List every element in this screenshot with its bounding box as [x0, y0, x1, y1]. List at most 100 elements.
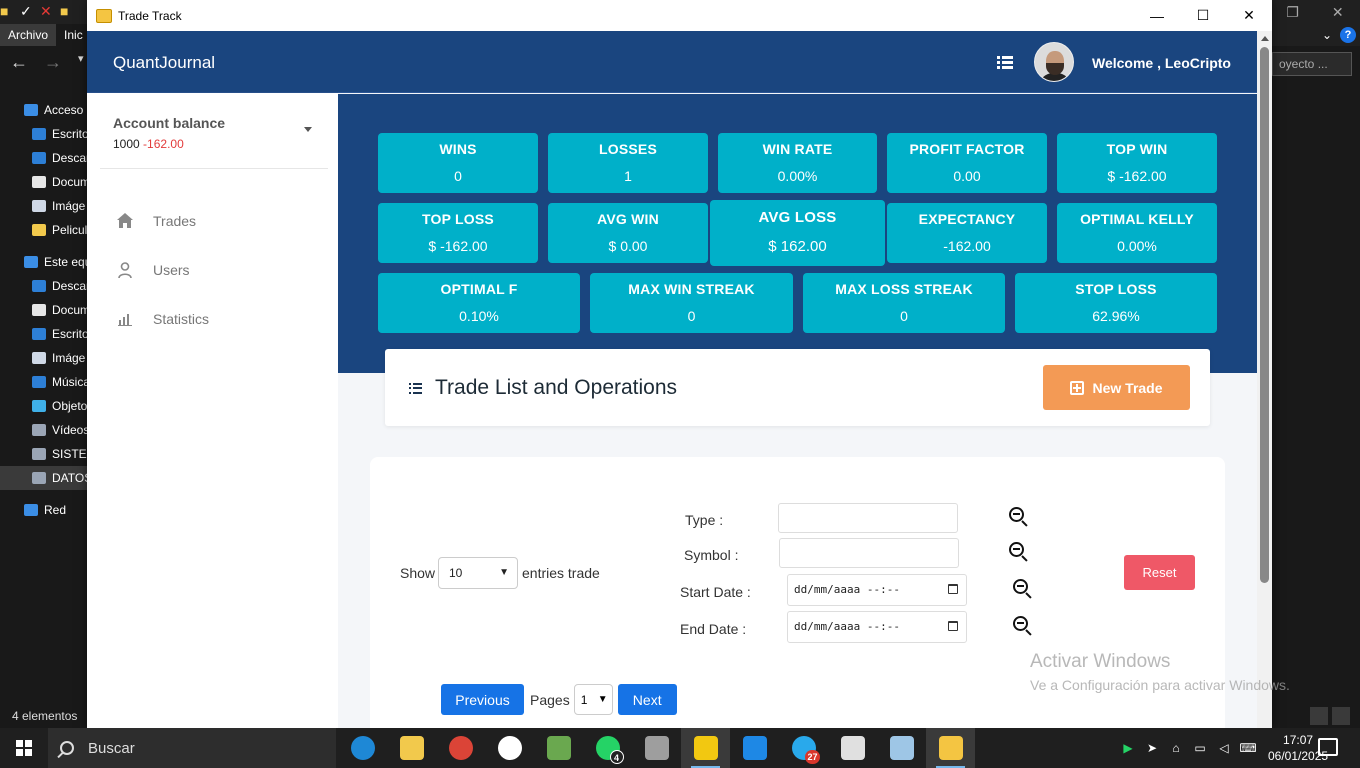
taskbar-app-chrome[interactable]: [436, 728, 485, 768]
explorer-tree-item[interactable]: Descar: [0, 146, 90, 170]
start-button[interactable]: [0, 728, 48, 768]
close-icon[interactable]: ✕: [1332, 4, 1344, 21]
list-menu-icon[interactable]: [997, 55, 1013, 69]
stat-card-max-win-streak: MAX WIN STREAK 0: [590, 273, 793, 333]
taskbar-app-power-bi[interactable]: [681, 728, 730, 768]
welcome-text[interactable]: Welcome , LeoCripto: [1092, 55, 1231, 71]
close-button[interactable]: ✕: [1226, 0, 1272, 31]
new-folder-icon[interactable]: ■: [60, 2, 76, 20]
explorer-tree-item[interactable]: Imáge: [0, 346, 90, 370]
folder-icon: [32, 152, 46, 164]
taskbar-app-mail[interactable]: [828, 728, 877, 768]
new-trade-button[interactable]: New Trade: [1043, 365, 1190, 410]
large-icons-view-icon[interactable]: [1332, 707, 1350, 725]
maximize-button[interactable]: ☐: [1180, 0, 1226, 31]
previous-button[interactable]: Previous: [441, 684, 524, 715]
vertical-scrollbar[interactable]: [1257, 31, 1272, 728]
chevron-down-icon[interactable]: ⌄: [1322, 28, 1332, 42]
keyboard-icon[interactable]: ⌨: [1239, 740, 1256, 756]
taskbar-app-chess[interactable]: [534, 728, 583, 768]
next-button[interactable]: Next: [617, 684, 677, 715]
details-view-icon[interactable]: [1310, 707, 1328, 725]
end-date-search-zoom-icon[interactable]: [1013, 616, 1033, 636]
wifi-icon[interactable]: ▭: [1192, 740, 1208, 756]
scrollbar-thumb[interactable]: [1260, 47, 1269, 583]
ribbon-tab-file[interactable]: Archivo: [0, 24, 57, 46]
delete-icon[interactable]: ✕: [40, 2, 56, 20]
explorer-tree-label: Pelicul: [52, 223, 88, 237]
properties-icon[interactable]: ✓: [20, 2, 36, 20]
reset-button[interactable]: Reset: [1124, 555, 1195, 590]
telegram-icon: 27: [791, 736, 820, 764]
taskbar-app-notes[interactable]: [877, 728, 926, 768]
explorer-tree-item[interactable]: DATOS: [0, 466, 90, 490]
explorer-tree-item[interactable]: Escrito: [0, 322, 90, 346]
explorer-tree-item[interactable]: Red: [0, 498, 90, 522]
taskbar-app-edge[interactable]: [338, 728, 387, 768]
volume-icon[interactable]: ◁: [1216, 740, 1232, 756]
account-balance-panel[interactable]: Account balance 1000 -162.00: [113, 115, 225, 151]
forward-arrow-icon[interactable]: →: [44, 52, 62, 73]
avatar[interactable]: [1034, 42, 1074, 82]
symbol-input[interactable]: [779, 538, 959, 568]
folder-icon[interactable]: ■: [0, 2, 16, 20]
explorer-search-input[interactable]: oyecto ...: [1272, 52, 1352, 76]
taskbar-app-vscode[interactable]: [730, 728, 779, 768]
explorer-tree-item[interactable]: Este equ: [0, 250, 90, 274]
explorer-nav-buttons: ← → ▾: [10, 52, 84, 73]
end-date-input[interactable]: dd/mm/aaaa --:--: [787, 611, 967, 643]
start-date-input[interactable]: dd/mm/aaaa --:--: [787, 574, 967, 606]
taskbar-app-app-key[interactable]: [485, 728, 534, 768]
type-input[interactable]: [778, 503, 958, 533]
back-arrow-icon[interactable]: ←: [10, 52, 28, 73]
telegram-tray-icon[interactable]: ➤: [1144, 740, 1160, 756]
caret-down-icon[interactable]: [304, 127, 312, 132]
calendar-icon[interactable]: [948, 621, 958, 631]
taskbar-app-file-explorer[interactable]: [387, 728, 436, 768]
top-navbar: Welcome , LeoCripto: [338, 31, 1257, 93]
help-icon[interactable]: ?: [1340, 27, 1356, 43]
start-date-label: Start Date :: [680, 584, 751, 600]
explorer-tree-item[interactable]: Docum: [0, 170, 90, 194]
notification-center-icon[interactable]: [1318, 738, 1338, 756]
explorer-tree-item[interactable]: Vídeos: [0, 418, 90, 442]
explorer-tree-item[interactable]: Pelicul: [0, 218, 90, 242]
network-devices-icon[interactable]: ⌂: [1168, 740, 1184, 756]
explorer-tree-item[interactable]: Música: [0, 370, 90, 394]
explorer-tree-label: Descar: [52, 151, 90, 165]
explorer-tree-item[interactable]: Escrito: [0, 122, 90, 146]
brand-logo[interactable]: QuantJournal: [87, 31, 338, 93]
sidebar-item-trades[interactable]: Trades: [117, 196, 209, 245]
stat-label: LOSSES: [599, 141, 657, 157]
type-search-zoom-icon[interactable]: [1009, 507, 1029, 527]
app-tray-icon[interactable]: ▶: [1120, 740, 1136, 756]
taskbar-app-whatsapp[interactable]: 4: [583, 728, 632, 768]
start-date-search-zoom-icon[interactable]: [1013, 579, 1033, 599]
taskbar-app-settings[interactable]: [632, 728, 681, 768]
explorer-tree-label: Acceso: [44, 103, 84, 117]
watermark-title: Activar Windows: [1030, 651, 1171, 672]
sidebar-item-users[interactable]: Users: [117, 245, 209, 294]
restore-icon[interactable]: ❐: [1286, 4, 1299, 21]
page-select[interactable]: 1 ▼: [573, 684, 613, 715]
scroll-up-icon[interactable]: [1261, 36, 1269, 41]
explorer-tree-item[interactable]: SISTEM: [0, 442, 90, 466]
explorer-tree-item[interactable]: Imáge: [0, 194, 90, 218]
explorer-tree-item[interactable]: Acceso: [0, 98, 90, 122]
explorer-tree-item[interactable]: Objeto: [0, 394, 90, 418]
calendar-icon[interactable]: [948, 584, 958, 594]
stat-card-stop-loss: STOP LOSS 62.96%: [1015, 273, 1217, 333]
explorer-tree-item[interactable]: Docum: [0, 298, 90, 322]
ribbon-tab-home[interactable]: Inic: [56, 24, 91, 46]
taskbar-app-telegram[interactable]: 27: [779, 728, 828, 768]
taskbar-app-trade-track[interactable]: [926, 728, 975, 768]
sidebar-item-statistics[interactable]: Statistics: [117, 294, 209, 343]
stat-value: 0.00: [953, 168, 981, 184]
stat-value: 0: [900, 308, 908, 324]
taskbar-search[interactable]: Buscar: [48, 728, 336, 768]
entries-select[interactable]: 10 ▼: [438, 557, 518, 589]
recent-locations-icon[interactable]: ▾: [78, 52, 84, 73]
symbol-search-zoom-icon[interactable]: [1009, 542, 1029, 562]
minimize-button[interactable]: —: [1134, 0, 1180, 31]
explorer-tree-item[interactable]: Descar: [0, 274, 90, 298]
